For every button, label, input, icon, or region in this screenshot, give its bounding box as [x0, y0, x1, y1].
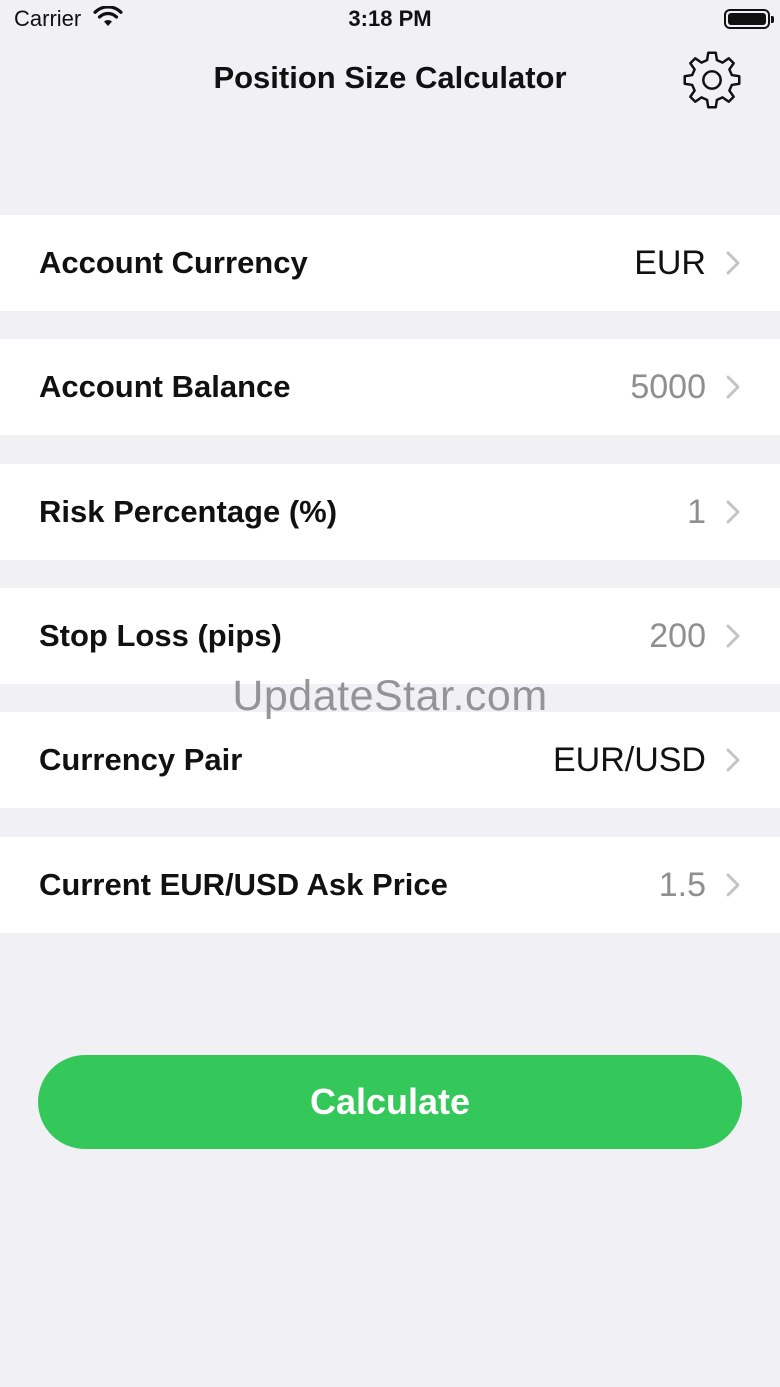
screen: Carrier 3:18 PM Position Size Calculator… — [0, 0, 780, 1387]
chevron-right-icon — [726, 251, 740, 275]
stop-loss-row[interactable]: Stop Loss (pips) 200 — [0, 588, 780, 684]
account-currency-row[interactable]: Account Currency EUR — [0, 215, 780, 311]
chevron-right-icon — [726, 500, 740, 524]
account-balance-label: Account Balance — [39, 369, 291, 404]
currency-pair-row[interactable]: Currency Pair EUR/USD — [0, 712, 780, 808]
account-balance-row[interactable]: Account Balance 5000 — [0, 339, 780, 435]
chevron-right-icon — [726, 375, 740, 399]
stop-loss-value: 200 — [649, 617, 706, 655]
battery-icon — [724, 9, 774, 29]
status-bar: Carrier 3:18 PM — [0, 0, 780, 40]
risk-percentage-value: 1 — [687, 493, 706, 531]
risk-percentage-row[interactable]: Risk Percentage (%) 1 — [0, 464, 780, 560]
ask-price-row[interactable]: Current EUR/USD Ask Price 1.5 — [0, 837, 780, 933]
clock: 3:18 PM — [348, 6, 432, 31]
chevron-right-icon — [726, 873, 740, 897]
account-currency-label: Account Currency — [39, 245, 308, 280]
currency-pair-value: EUR/USD — [552, 741, 706, 779]
settings-button[interactable] — [678, 46, 746, 114]
chevron-right-icon — [726, 624, 740, 648]
chevron-right-icon — [726, 748, 740, 772]
ask-price-value: 1.5 — [658, 866, 706, 904]
calculate-button[interactable]: Calculate — [38, 1055, 742, 1149]
account-balance-value: 5000 — [630, 368, 706, 406]
page-title: Position Size Calculator — [213, 60, 567, 95]
stop-loss-label: Stop Loss (pips) — [39, 618, 282, 653]
currency-pair-label: Currency Pair — [39, 742, 243, 777]
gear-icon — [683, 51, 741, 109]
account-currency-value: EUR — [634, 244, 706, 282]
risk-percentage-label: Risk Percentage (%) — [39, 494, 338, 529]
ask-price-label: Current EUR/USD Ask Price — [39, 867, 448, 902]
